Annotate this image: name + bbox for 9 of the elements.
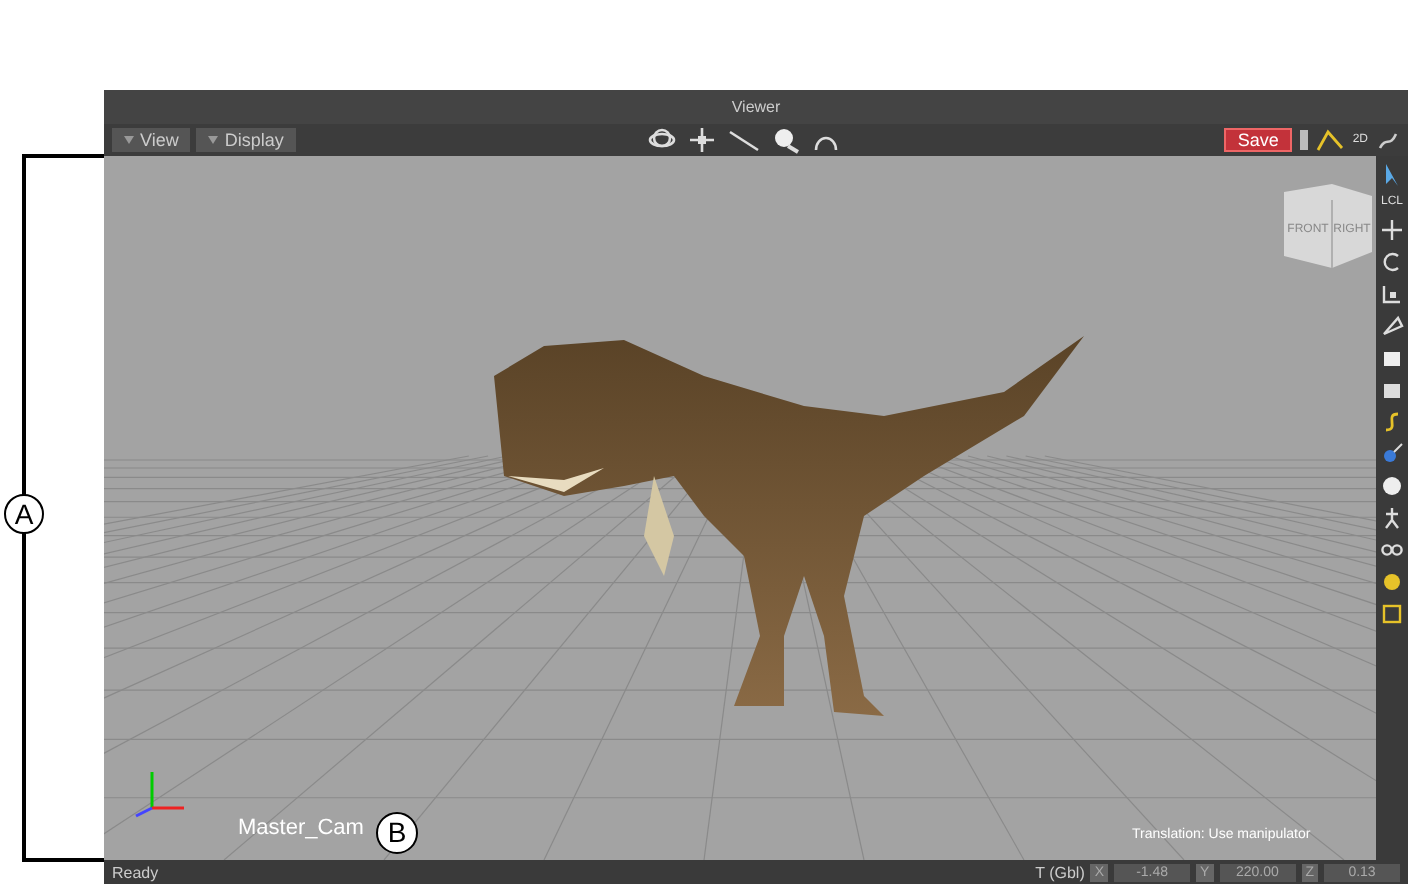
callout-label: B xyxy=(376,812,418,854)
camera-name: Master_Cam xyxy=(238,816,364,840)
status-text: Ready xyxy=(112,863,159,881)
window-title: Viewer xyxy=(104,90,1408,124)
callout-label: A xyxy=(4,494,44,534)
transform-label: T (Gbl) xyxy=(1035,863,1085,881)
save-button[interactable]: Save xyxy=(1223,128,1293,152)
menu-button[interactable]: Display xyxy=(196,128,296,152)
menu-button[interactable]: View xyxy=(112,128,191,152)
